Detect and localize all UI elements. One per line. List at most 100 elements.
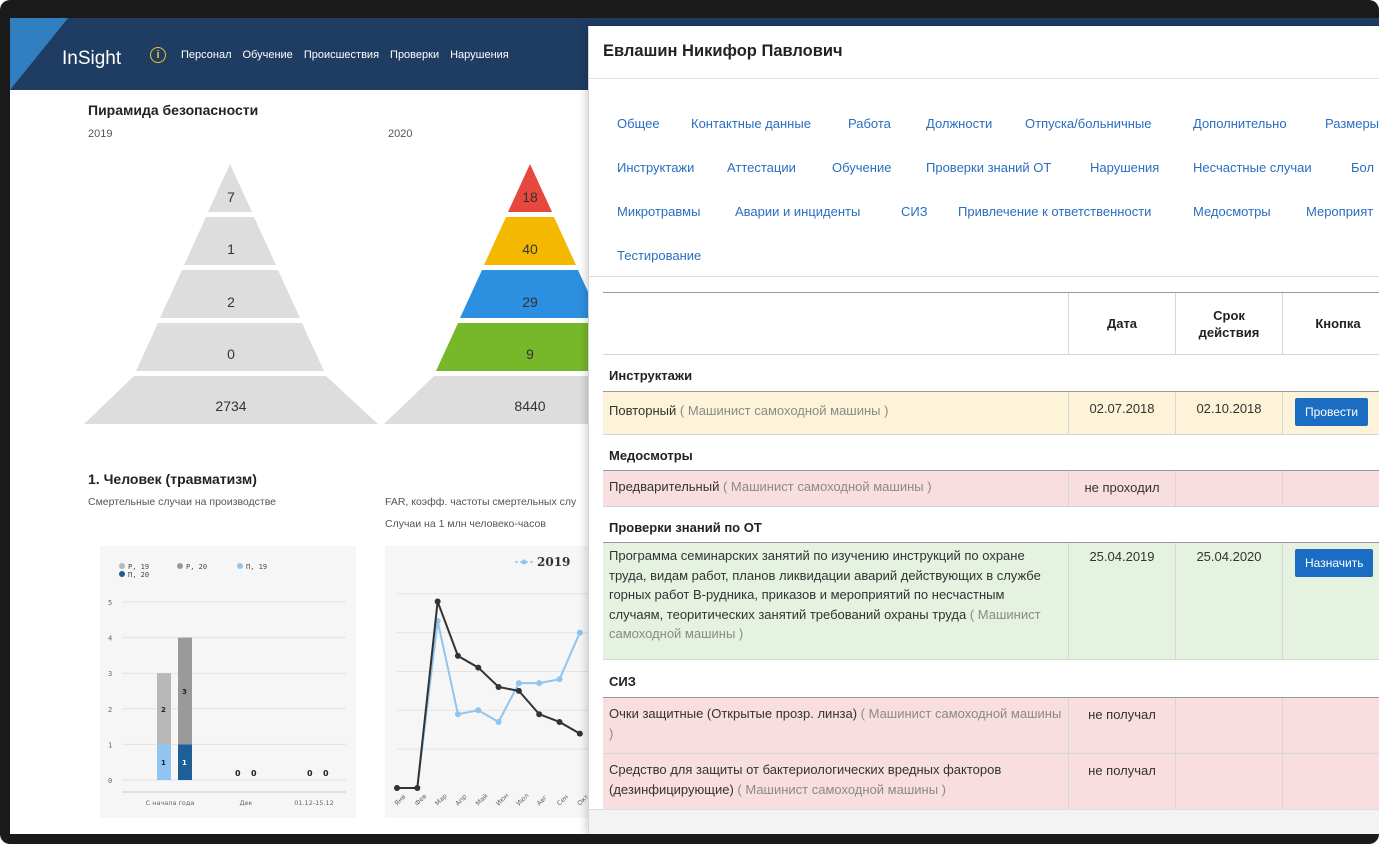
tab-briefings[interactable]: Инструктажи (617, 160, 694, 175)
tab-liability[interactable]: Привлечение к ответственности (958, 204, 1151, 219)
pyramid-2019-value: 2734 (215, 398, 247, 414)
year-2020: 2020 (388, 128, 413, 140)
data-point (515, 687, 522, 694)
dashboard-title: Пирамида безопасности (88, 102, 259, 118)
row-name: Повторный ( Машинист самоходной машины ) (603, 392, 1069, 434)
data-point (454, 711, 461, 718)
data-point (414, 785, 421, 791)
line-chart-svg: 2019Янв Фев Мар Апр Май Июн Июл Авг Сен Окт (393, 555, 591, 808)
y-tick-label: 0 (108, 777, 112, 785)
nav-item-training[interactable]: Обучение (243, 49, 293, 61)
bar-value-label: 1 (182, 759, 187, 767)
tab-work[interactable]: Работа (848, 116, 891, 131)
nav-item-inspections[interactable]: Проверки (390, 49, 439, 61)
row-validity (1176, 698, 1283, 753)
group-row: Проверки знаний по ОТ (603, 507, 1379, 543)
tab-accidents[interactable]: Несчастные случаи (1193, 160, 1312, 175)
tab-training[interactable]: Обучение (832, 160, 891, 175)
bar-value-label: 2 (161, 706, 166, 714)
conduct-button[interactable]: Провести (1295, 398, 1369, 426)
pyramid-2019-value: 2 (227, 294, 235, 310)
series-line (397, 601, 581, 789)
pyramid-2020-value: 29 (522, 294, 538, 310)
table-row[interactable]: Предварительный ( Машинист самоходной ма… (603, 471, 1379, 507)
tab-sizes[interactable]: Размеры (1325, 116, 1379, 131)
data-point (495, 684, 502, 690)
tab-accidents-incidents[interactable]: Аварии и инциденты (735, 204, 860, 219)
table-row[interactable]: Повторный ( Машинист самоходной машины )… (603, 392, 1379, 435)
x-tick-label: Апр (454, 793, 469, 808)
data-point (576, 730, 583, 737)
assign-button[interactable]: Назначить (1295, 549, 1374, 577)
employee-tabs: Общее Контактные данные Работа Должности… (589, 92, 1379, 277)
row-date: 02.07.2018 (1069, 392, 1176, 434)
y-tick-label: 1 (108, 741, 112, 749)
legend-marker (237, 563, 243, 569)
record-name: Предварительный (609, 479, 720, 494)
row-action: Провести (1283, 392, 1379, 434)
tab-contacts[interactable]: Контактные данные (691, 116, 811, 131)
group-medical: Медосмотры (609, 448, 693, 463)
row-name: Программа семинарских занятий по изучени… (603, 543, 1069, 659)
employee-card-panel: Евлашин Никифор Павлович Общее Контактны… (588, 26, 1379, 834)
nav-item-violations[interactable]: Нарушения (450, 49, 509, 61)
nav-item-personnel[interactable]: Персонал (181, 49, 232, 61)
tab-certifications[interactable]: Аттестации (727, 160, 796, 175)
table-row[interactable]: Программа семинарских занятий по изучени… (603, 543, 1379, 660)
y-tick-label: 5 (108, 599, 112, 607)
record-position: ( Машинист самоходной машины ) (737, 782, 946, 797)
y-tick-label: 4 (108, 635, 112, 643)
screen: InSight i Персонал Обучение Происшествия… (10, 18, 1379, 834)
tab-knowledge-checks[interactable]: Проверки знаний ОТ (926, 160, 1051, 175)
data-point (556, 718, 563, 725)
data-point (475, 707, 482, 714)
data-point (454, 652, 461, 659)
app-logo[interactable]: InSight (62, 48, 121, 70)
tab-ppe[interactable]: СИЗ (901, 204, 928, 219)
row-action (1283, 698, 1379, 753)
x-tick-label: Июл (515, 792, 531, 808)
tab-general[interactable]: Общее (617, 116, 660, 131)
tab-leave[interactable]: Отпуска/больничные (1025, 116, 1152, 131)
x-tick-label: Дек (239, 799, 252, 807)
legend-label: П, 19 (246, 563, 267, 571)
header-button: Кнопка (1315, 316, 1361, 331)
tab-measures[interactable]: Мероприят (1306, 204, 1373, 219)
pyramid-2020-value: 18 (522, 189, 538, 205)
pyramid-2020 (384, 164, 610, 424)
pyramid-2019-value: 1 (227, 241, 235, 257)
x-tick-label: Мар (433, 792, 448, 807)
table-row[interactable]: Очки защитные (Открытые прозр. линза) ( … (603, 698, 1379, 754)
nav-item-incidents[interactable]: Происшествия (304, 49, 379, 61)
main-nav: Персонал Обучение Происшествия Проверки … (181, 49, 509, 61)
header-name (603, 293, 1069, 354)
legend-label: Р, 19 (128, 563, 149, 571)
data-point (556, 676, 563, 683)
tab-positions[interactable]: Должности (926, 116, 992, 131)
info-icon[interactable]: i (150, 47, 166, 63)
tab-sick[interactable]: Бол (1351, 160, 1374, 175)
device-frame: InSight i Персонал Обучение Происшествия… (0, 0, 1379, 844)
tab-testing[interactable]: Тестирование (617, 248, 701, 263)
data-point (495, 718, 502, 725)
row-name: Предварительный ( Машинист самоходной ма… (603, 471, 1069, 506)
tab-microtraumas[interactable]: Микротравмы (617, 204, 700, 219)
table-header: Дата Срок действия Кнопка (603, 293, 1379, 355)
chart1-caption: Смертельные случаи на производстве (88, 496, 277, 508)
records-table: Дата Срок действия Кнопка Инструктажи По… (603, 292, 1379, 834)
year-2019: 2019 (88, 128, 113, 140)
record-name: Повторный (609, 403, 677, 418)
data-point (394, 785, 400, 791)
tab-medical[interactable]: Медосмотры (1193, 204, 1271, 219)
row-name: Очки защитные (Открытые прозр. линза) ( … (603, 698, 1069, 753)
x-tick-label: 01.12-15.12 (294, 799, 334, 807)
legend-marker (119, 563, 125, 569)
data-point (576, 629, 583, 636)
data-point (536, 680, 543, 687)
tab-violations[interactable]: Нарушения (1090, 160, 1159, 175)
legend-label: 2019 (537, 555, 570, 569)
panel-header: Евлашин Никифор Павлович (589, 26, 1379, 79)
x-tick-label: Сен (555, 793, 570, 808)
tab-additional[interactable]: Дополнительно (1193, 116, 1287, 131)
row-date: не получал (1069, 698, 1176, 753)
